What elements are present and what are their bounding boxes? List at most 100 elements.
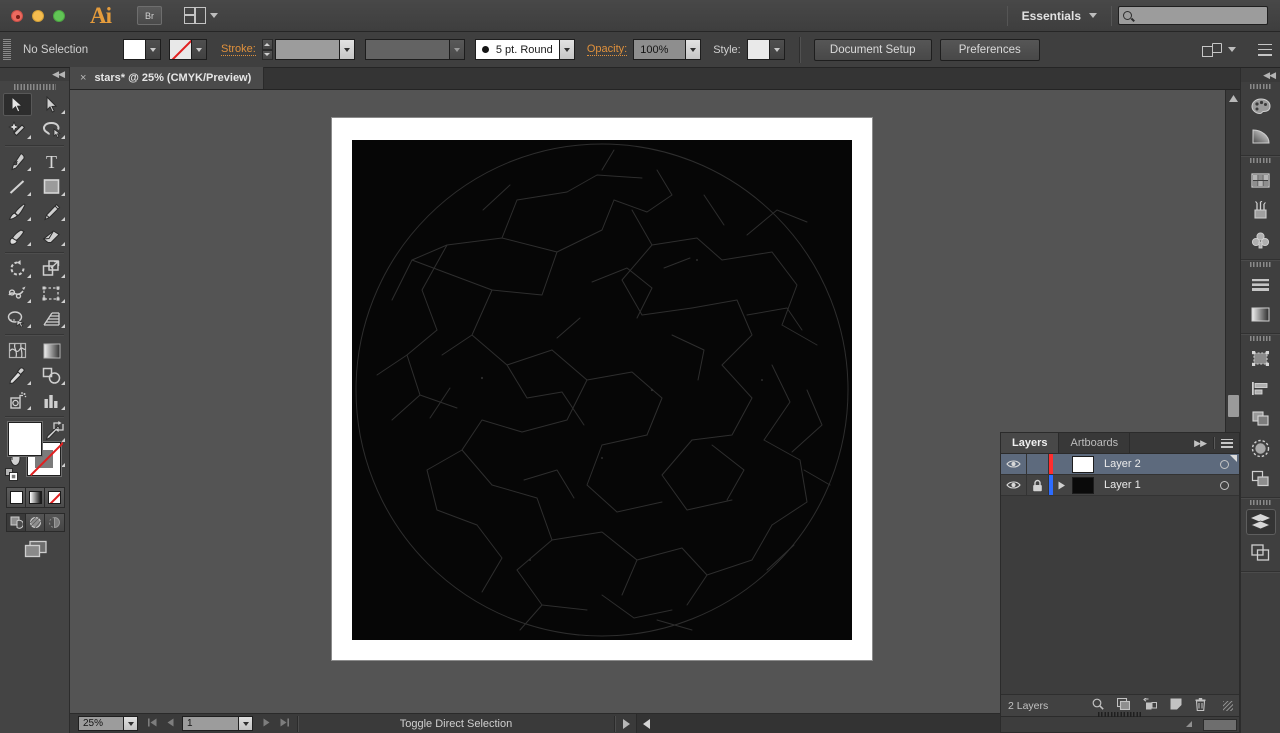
stroke-dropdown-button[interactable] (191, 40, 206, 59)
gradient-panel-icon[interactable] (1241, 299, 1280, 329)
stepper-up-button[interactable] (261, 39, 273, 50)
tab-artboards[interactable]: Artboards (1059, 433, 1131, 453)
tab-layers[interactable]: Layers (1001, 433, 1060, 453)
table-row[interactable]: Layer 1 (1001, 475, 1239, 496)
stroke-weight-stepper[interactable] (261, 39, 273, 60)
document-tab[interactable]: × stars* @ 25% (CMYK/Preview) (70, 67, 265, 89)
layers-panel-menu-icon[interactable] (1221, 438, 1233, 448)
layer-thumbnail[interactable] (1072, 476, 1094, 494)
fill-dropdown-button[interactable] (145, 40, 160, 59)
layer-visibility-toggle[interactable] (1001, 454, 1027, 474)
stroke-weight-value[interactable] (275, 40, 339, 59)
make-clipping-mask-icon[interactable] (1116, 697, 1131, 713)
bridge-button[interactable]: Br (137, 6, 162, 25)
stroke-profile-value[interactable] (365, 40, 449, 59)
control-bar-grip[interactable] (3, 38, 11, 61)
arrange-documents-button[interactable] (184, 7, 218, 24)
artboard-number-combo[interactable]: 1 (182, 716, 253, 731)
opacity-combo[interactable]: 100% (633, 39, 702, 60)
preferences-button[interactable]: Preferences (939, 38, 1040, 61)
default-fill-stroke-icon[interactable] (5, 468, 19, 482)
next-artboard-button[interactable] (263, 718, 270, 730)
artboard-number-value[interactable]: 1 (183, 717, 238, 730)
layer-lock-toggle[interactable] (1027, 454, 1049, 474)
color-panel-icon[interactable] (1241, 91, 1280, 121)
layer-disclosure-triangle[interactable] (1053, 481, 1070, 490)
draw-inside-button[interactable] (45, 514, 64, 531)
close-tab-icon[interactable]: × (80, 72, 86, 84)
dock-group-grip[interactable] (1241, 334, 1280, 343)
mesh-tool[interactable] (0, 338, 35, 363)
pen-tool[interactable] (0, 149, 35, 174)
color-guide-panel-icon[interactable] (1241, 121, 1280, 151)
stroke-weight-dropdown[interactable] (338, 40, 354, 59)
layer-lock-toggle[interactable] (1027, 475, 1049, 495)
transparency-panel-icon[interactable] (1241, 433, 1280, 463)
locate-object-icon[interactable] (1092, 698, 1104, 713)
opacity-dropdown[interactable] (685, 40, 701, 59)
blend-tool[interactable] (35, 363, 70, 388)
dock-group-grip[interactable] (1241, 260, 1280, 269)
create-new-layer-icon[interactable] (1170, 698, 1182, 713)
stroke-color-control[interactable] (169, 39, 207, 60)
scale-tool[interactable] (35, 256, 70, 281)
width-tool[interactable] (0, 281, 35, 306)
change-screen-mode-button[interactable] (24, 540, 49, 559)
magic-wand-tool[interactable] (0, 117, 35, 142)
stroke-profile-dropdown[interactable] (448, 40, 464, 59)
draw-behind-button[interactable] (26, 514, 45, 531)
rectangle-tool[interactable] (35, 174, 70, 199)
fill-color-control[interactable] (123, 39, 161, 60)
none-mode-button[interactable] (45, 488, 64, 507)
stroke-panel-icon[interactable] (1241, 269, 1280, 299)
color-mode-button[interactable] (7, 488, 26, 507)
scroll-left-button[interactable] (643, 718, 650, 729)
appearance-panel-icon[interactable] (1241, 463, 1280, 493)
symbol-sprayer-tool[interactable] (0, 388, 35, 413)
first-artboard-button[interactable] (148, 718, 157, 730)
dock-group-grip[interactable] (1241, 498, 1280, 507)
opacity-value[interactable]: 100% (634, 40, 686, 59)
status-text[interactable]: Toggle Direct Selection (306, 718, 606, 730)
pathfinder-panel-icon[interactable] (1241, 403, 1280, 433)
graphic-style-dropdown[interactable] (768, 40, 784, 59)
stepper-down-button[interactable] (261, 49, 273, 60)
close-window-button[interactable] (11, 9, 23, 22)
stroke-weight-combo[interactable] (274, 39, 355, 60)
shape-builder-tool[interactable] (0, 306, 35, 331)
lasso-tool[interactable] (35, 117, 70, 142)
gradient-mode-button[interactable] (26, 488, 45, 507)
document-setup-button[interactable]: Document Setup (813, 38, 932, 61)
stroke-swatch-none-icon[interactable] (170, 40, 191, 59)
maximize-window-button[interactable] (53, 9, 65, 22)
table-row[interactable]: Layer 2 (1001, 454, 1239, 475)
dock-expand-button[interactable]: ◀◀ (1241, 68, 1280, 82)
layer-visibility-toggle[interactable] (1001, 475, 1027, 495)
graphic-style-control[interactable] (746, 39, 785, 60)
delete-selection-icon[interactable] (1195, 697, 1206, 714)
gradient-tool[interactable] (35, 338, 70, 363)
draw-normal-button[interactable] (7, 514, 26, 531)
transform-panel-icon[interactable] (1241, 343, 1280, 373)
blob-brush-tool[interactable] (0, 224, 35, 249)
symbols-panel-icon[interactable] (1241, 225, 1280, 255)
previous-artboard-button[interactable] (167, 718, 174, 730)
pencil-tool[interactable] (35, 199, 70, 224)
line-segment-tool[interactable] (0, 174, 35, 199)
selection-tool[interactable] (0, 92, 35, 117)
artboards-panel-icon[interactable] (1241, 537, 1280, 567)
fill-proxy-swatch[interactable] (8, 422, 42, 456)
panel-bottom-swatch[interactable] (1203, 718, 1237, 731)
type-tool[interactable]: T (35, 149, 70, 174)
eraser-tool[interactable] (35, 224, 70, 249)
swap-fill-stroke-icon[interactable] (52, 420, 65, 433)
layer-name[interactable]: Layer 1 (1094, 479, 1209, 491)
panel-resize-handle[interactable] (1223, 700, 1233, 711)
expand-panel-icon[interactable]: ▶▶ (1194, 438, 1207, 449)
search-input[interactable] (1118, 6, 1268, 25)
artwork-starmap[interactable] (352, 140, 852, 640)
layer-thumbnail[interactable] (1072, 455, 1094, 473)
brush-definition-combo[interactable]: 5 pt. Round (474, 39, 575, 60)
opacity-label[interactable]: Opacity: (586, 43, 628, 56)
control-panel-menu-icon[interactable] (1258, 43, 1272, 56)
